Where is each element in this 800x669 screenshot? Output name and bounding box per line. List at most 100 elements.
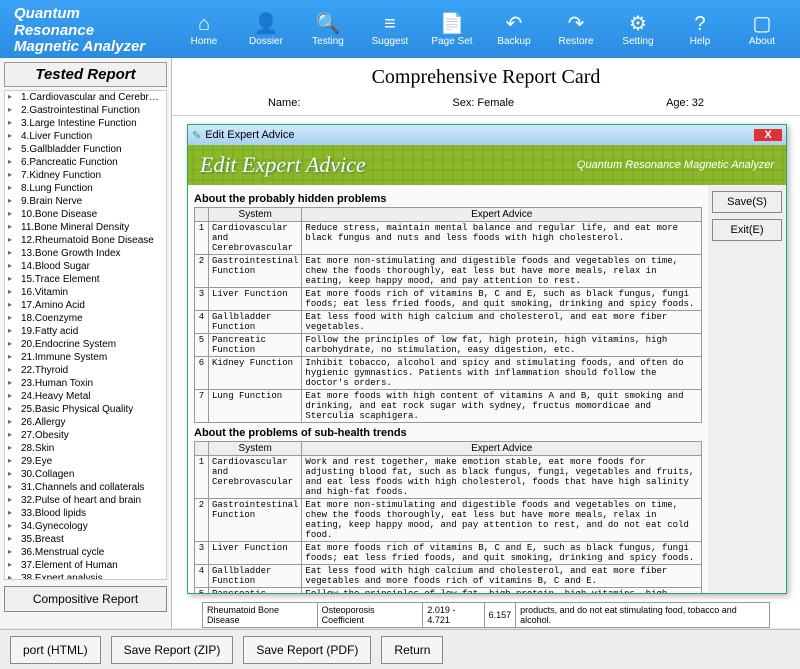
tree-item[interactable]: 2.Gastrointestinal Function xyxy=(5,104,166,117)
dialog-banner: Edit Expert Advice Quantum Resonance Mag… xyxy=(188,145,786,185)
tree-item[interactable]: 20.Endocrine System xyxy=(5,338,166,351)
save-html-button[interactable]: port (HTML) xyxy=(10,636,101,664)
tree-item[interactable]: 27.Obesity xyxy=(5,429,166,442)
tree-item[interactable]: 5.Gallbladder Function xyxy=(5,143,166,156)
tree-item[interactable]: 14.Blood Sugar xyxy=(5,260,166,273)
tree-item[interactable]: 9.Brain Nerve xyxy=(5,195,166,208)
table-row[interactable]: 3Liver FunctionEat more foods rich of vi… xyxy=(195,542,702,565)
return-button[interactable]: Return xyxy=(381,636,443,664)
nav-page set[interactable]: 📄Page Set xyxy=(424,12,480,47)
banner-title: Edit Expert Advice xyxy=(200,152,366,178)
tree-item[interactable]: 12.Rheumatoid Bone Disease xyxy=(5,234,166,247)
tree-item[interactable]: 3.Large Intestine Function xyxy=(5,117,166,130)
tree-item[interactable]: 34.Gynecology xyxy=(5,520,166,533)
dialog-content: About the probably hidden problems Syste… xyxy=(188,185,708,593)
dialog-titlebar[interactable]: ✎ Edit Expert Advice X xyxy=(188,125,786,145)
footer-bar: port (HTML) Save Report (ZIP) Save Repor… xyxy=(0,629,800,669)
table-row[interactable]: 7Lung FunctionEat more foods with high c… xyxy=(195,390,702,423)
tree-item[interactable]: 19.Fatty acid xyxy=(5,325,166,338)
table-row[interactable]: 1Cardiovascular and CerebrovascularReduc… xyxy=(195,222,702,255)
table-row[interactable]: 5Pancreatic FunctionFollow the principle… xyxy=(195,588,702,594)
top-bar: Quantum Resonance Magnetic Analyzer Vers… xyxy=(0,0,800,58)
tree-item[interactable]: 23.Human Toxin xyxy=(5,377,166,390)
tree-item[interactable]: 15.Trace Element xyxy=(5,273,166,286)
table-row[interactable]: 2Gastrointestinal FunctionEat more non-s… xyxy=(195,499,702,542)
sex-label: Sex: Female xyxy=(452,97,514,109)
nav-restore[interactable]: ↷Restore xyxy=(548,12,604,47)
table-row[interactable]: 6Kidney FunctionInhibit tobacco, alcohol… xyxy=(195,357,702,390)
tree-item[interactable]: 13.Bone Growth Index xyxy=(5,247,166,260)
report-tree[interactable]: 1.Cardiovascular and Cerebrovasc2.Gastro… xyxy=(4,90,167,580)
nav-home[interactable]: ⌂Home xyxy=(176,12,232,47)
age-label: Age: 32 xyxy=(666,97,704,109)
nav-bar: ⌂Home👤Dossier🔍Testing≡Suggest📄Page Set↶B… xyxy=(176,0,800,58)
table-row[interactable]: 3Liver FunctionEat more foods rich of vi… xyxy=(195,288,702,311)
banner-subtitle: Quantum Resonance Magnetic Analyzer xyxy=(577,159,774,171)
suggest-icon: ≡ xyxy=(362,12,418,36)
restore-icon: ↷ xyxy=(548,12,604,36)
tree-item[interactable]: 33.Blood lipids xyxy=(5,507,166,520)
backup-icon: ↶ xyxy=(486,12,542,36)
app-title: Quantum Resonance Magnetic Analyzer xyxy=(14,6,162,56)
tree-item[interactable]: 10.Bone Disease xyxy=(5,208,166,221)
table-row[interactable]: 2Gastrointestinal FunctionEat more non-s… xyxy=(195,255,702,288)
tree-item[interactable]: 6.Pancreatic Function xyxy=(5,156,166,169)
compositive-report-button[interactable]: Compositive Report xyxy=(4,586,167,612)
tree-item[interactable]: 4.Liver Function xyxy=(5,130,166,143)
tree-item[interactable]: 32.Pulse of heart and brain xyxy=(5,494,166,507)
help-icon: ? xyxy=(672,12,728,36)
tree-item[interactable]: 11.Bone Mineral Density xyxy=(5,221,166,234)
close-icon[interactable]: X xyxy=(754,129,782,141)
edit-expert-advice-dialog: ✎ Edit Expert Advice X Edit Expert Advic… xyxy=(187,124,787,594)
table-row[interactable]: 5Pancreatic FunctionFollow the principle… xyxy=(195,334,702,357)
brand: Quantum Resonance Magnetic Analyzer Vers… xyxy=(0,0,176,58)
save-button[interactable]: Save(S) xyxy=(712,191,782,213)
tree-item[interactable]: 37.Element of Human xyxy=(5,559,166,572)
hidden-problems-table: SystemExpert Advice 1Cardiovascular and … xyxy=(194,207,702,423)
exit-button[interactable]: Exit(E) xyxy=(712,219,782,241)
nav-dossier[interactable]: 👤Dossier xyxy=(238,12,294,47)
about-icon: ▢ xyxy=(734,12,790,36)
tree-item[interactable]: 38.Expert analysis xyxy=(5,572,166,580)
nav-setting[interactable]: ⚙Setting xyxy=(610,12,666,47)
tree-item[interactable]: 16.Vitamin xyxy=(5,286,166,299)
tree-item[interactable]: 29.Eye xyxy=(5,455,166,468)
save-zip-button[interactable]: Save Report (ZIP) xyxy=(111,636,234,664)
nav-backup[interactable]: ↶Backup xyxy=(486,12,542,47)
tree-item[interactable]: 24.Heavy Metal xyxy=(5,390,166,403)
tree-item[interactable]: 31.Channels and collaterals xyxy=(5,481,166,494)
dialog-icon: ✎ xyxy=(192,129,201,142)
table-row[interactable]: 4Gallbladder FunctionEat less food with … xyxy=(195,311,702,334)
tree-item[interactable]: 35.Breast xyxy=(5,533,166,546)
patient-info: Name: Sex: Female Age: 32 xyxy=(172,97,800,116)
table-row[interactable]: 1Cardiovascular and CerebrovascularWork … xyxy=(195,456,702,499)
testing-icon: 🔍 xyxy=(300,12,356,36)
tree-item[interactable]: 7.Kidney Function xyxy=(5,169,166,182)
tree-item[interactable]: 26.Allergy xyxy=(5,416,166,429)
dialog-buttons: Save(S) Exit(E) xyxy=(708,185,786,593)
tree-item[interactable]: 36.Menstrual cycle xyxy=(5,546,166,559)
nav-testing[interactable]: 🔍Testing xyxy=(300,12,356,47)
background-table: Rheumatoid Bone Disease Osteoporosis Coe… xyxy=(202,602,770,628)
card-title: Comprehensive Report Card xyxy=(172,58,800,97)
tree-item[interactable]: 28.Skin xyxy=(5,442,166,455)
sidebar-title: Tested Report xyxy=(4,62,167,87)
nav-help[interactable]: ?Help xyxy=(672,12,728,47)
tree-item[interactable]: 25.Basic Physical Quality xyxy=(5,403,166,416)
section2-header: About the problems of sub-health trends xyxy=(194,427,702,439)
tree-item[interactable]: 22.Thyroid xyxy=(5,364,166,377)
tree-item[interactable]: 17.Amino Acid xyxy=(5,299,166,312)
tree-item[interactable]: 1.Cardiovascular and Cerebrovasc xyxy=(5,91,166,104)
dialog-title-text: Edit Expert Advice xyxy=(205,129,294,141)
tree-item[interactable]: 30.Collagen xyxy=(5,468,166,481)
tree-item[interactable]: 21.Immune System xyxy=(5,351,166,364)
tree-item[interactable]: 8.Lung Function xyxy=(5,182,166,195)
table-row[interactable]: 4Gallbladder FunctionEat less food with … xyxy=(195,565,702,588)
save-pdf-button[interactable]: Save Report (PDF) xyxy=(243,636,371,664)
tree-item[interactable]: 18.Coenzyme xyxy=(5,312,166,325)
nav-about[interactable]: ▢About xyxy=(734,12,790,47)
home-icon: ⌂ xyxy=(176,12,232,36)
nav-suggest[interactable]: ≡Suggest xyxy=(362,12,418,47)
subhealth-trends-table: SystemExpert Advice 1Cardiovascular and … xyxy=(194,441,702,593)
sidebar: Tested Report 1.Cardiovascular and Cereb… xyxy=(0,58,172,628)
